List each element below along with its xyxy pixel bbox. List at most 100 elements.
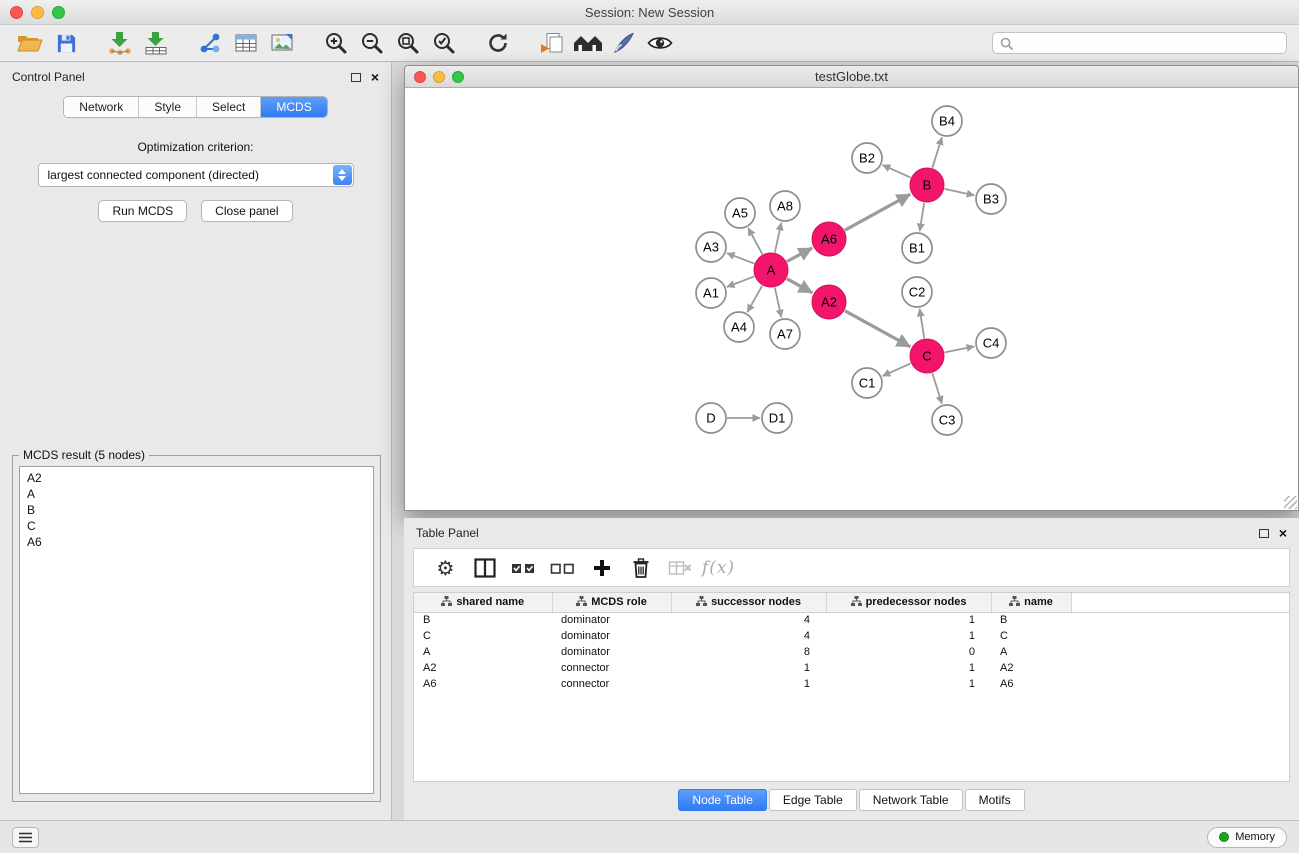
table-row[interactable]: A2connector11A2: [414, 660, 1289, 676]
table-cell[interactable]: B: [414, 612, 552, 628]
table-cell[interactable]: A: [414, 644, 552, 660]
close-network-window-button[interactable]: [414, 71, 426, 83]
network-canvas[interactable]: B4B2BB3A8A5A6A3B1AA1C2A2A4A7C4CC1C3DD1: [405, 88, 1298, 510]
zoom-in-icon[interactable]: [318, 28, 354, 58]
mcds-result-item[interactable]: C: [27, 518, 366, 534]
table-cell[interactable]: 1: [671, 660, 826, 676]
export-image-icon[interactable]: [264, 28, 300, 58]
dropdown-stepper-icon[interactable]: [333, 165, 352, 185]
table-cell[interactable]: A6: [991, 676, 1071, 692]
table-row[interactable]: Adominator80A: [414, 644, 1289, 660]
close-table-panel-icon[interactable]: ×: [1279, 528, 1287, 538]
table-cell[interactable]: 4: [671, 628, 826, 644]
table-cell[interactable]: A6: [414, 676, 552, 692]
select-all-icon[interactable]: [504, 553, 543, 583]
table-cell[interactable]: 1: [826, 612, 991, 628]
mcds-result-item[interactable]: B: [27, 502, 366, 518]
float-panel-icon[interactable]: [351, 73, 361, 82]
memory-button[interactable]: Memory: [1207, 827, 1287, 848]
column-header-mcds-role[interactable]: MCDS role: [552, 593, 671, 612]
table-cell[interactable]: dominator: [552, 628, 671, 644]
show-hide-graphics-details-icon[interactable]: [642, 28, 678, 58]
graph-edge-B-B4[interactable]: [932, 137, 942, 168]
delete-rows-icon[interactable]: [621, 553, 660, 583]
column-header-successor-nodes[interactable]: successor nodes: [671, 593, 826, 612]
run-mcds-button[interactable]: Run MCDS: [98, 200, 187, 222]
graph-edge-A-A2[interactable]: [787, 279, 813, 293]
table-cell[interactable]: C: [414, 628, 552, 644]
graph-edge-A6-B[interactable]: [845, 194, 911, 230]
graph-edge-B-B2[interactable]: [883, 165, 911, 178]
import-network-from-file-icon[interactable]: [102, 28, 138, 58]
table-settings-icon[interactable]: ⚙: [426, 553, 465, 583]
window-resize-grip[interactable]: [1284, 496, 1297, 509]
graph-edge-A-A6[interactable]: [787, 248, 812, 262]
table-cell[interactable]: 1: [826, 628, 991, 644]
apply-style-icon[interactable]: [606, 28, 642, 58]
zoom-fit-content-icon[interactable]: [390, 28, 426, 58]
graph-edge-A-A1[interactable]: [727, 276, 754, 286]
table-cell[interactable]: A: [991, 644, 1071, 660]
graph-edge-C-C3[interactable]: [932, 373, 942, 404]
close-window-button[interactable]: [10, 6, 23, 19]
graph-edge-A-A8[interactable]: [775, 223, 782, 253]
table-cell[interactable]: connector: [552, 676, 671, 692]
unselect-all-icon[interactable]: [543, 553, 582, 583]
table-cell[interactable]: dominator: [552, 612, 671, 628]
table-cell[interactable]: C: [991, 628, 1071, 644]
mcds-result-item[interactable]: A6: [27, 534, 366, 550]
optimization-criterion-dropdown[interactable]: largest connected component (directed): [38, 163, 354, 187]
import-table-from-file-icon[interactable]: [138, 28, 174, 58]
column-header-predecessor-nodes[interactable]: predecessor nodes: [826, 593, 991, 612]
table-cell[interactable]: 1: [826, 676, 991, 692]
float-table-panel-icon[interactable]: [1259, 529, 1269, 538]
tab-mcds[interactable]: MCDS: [261, 97, 326, 117]
search-box[interactable]: [992, 32, 1287, 54]
minimize-network-window-button[interactable]: [433, 71, 445, 83]
graph-edge-A-A3[interactable]: [727, 253, 754, 263]
zoom-network-window-button[interactable]: [452, 71, 464, 83]
graph-edge-A-A4[interactable]: [747, 286, 762, 312]
table-cell[interactable]: 0: [826, 644, 991, 660]
graph-edge-B-B1[interactable]: [920, 203, 925, 231]
node-table[interactable]: shared nameMCDS rolesuccessor nodesprede…: [413, 592, 1290, 782]
delete-table-icon[interactable]: [660, 553, 699, 583]
column-header-name[interactable]: name: [991, 593, 1071, 612]
mcds-result-list[interactable]: A2ABCA6: [19, 466, 374, 794]
network-window-titlebar[interactable]: testGlobe.txt: [405, 66, 1298, 88]
graph-edge-C-C1[interactable]: [883, 363, 911, 376]
refresh-view-icon[interactable]: [480, 28, 516, 58]
zoom-selected-region-icon[interactable]: [426, 28, 462, 58]
table-cell[interactable]: 1: [671, 676, 826, 692]
graph-edge-C-C2[interactable]: [920, 309, 925, 338]
close-panel-button[interactable]: Close panel: [201, 200, 292, 222]
table-cell[interactable]: A2: [414, 660, 552, 676]
table-cell[interactable]: B: [991, 612, 1071, 628]
tab-motifs[interactable]: Motifs: [965, 789, 1025, 811]
tab-select[interactable]: Select: [197, 97, 261, 117]
panel-menu-button[interactable]: [12, 827, 39, 848]
tab-network[interactable]: Network: [64, 97, 139, 117]
graph-edge-A-A5[interactable]: [748, 228, 762, 254]
zoom-out-icon[interactable]: [354, 28, 390, 58]
table-row[interactable]: Bdominator41B: [414, 612, 1289, 628]
mcds-result-item[interactable]: A2: [27, 470, 366, 486]
table-cell[interactable]: A2: [991, 660, 1071, 676]
new-network-view-icon[interactable]: [192, 28, 228, 58]
tab-edge-table[interactable]: Edge Table: [769, 789, 857, 811]
minimize-window-button[interactable]: [31, 6, 44, 19]
table-cell[interactable]: 1: [826, 660, 991, 676]
tab-node-table[interactable]: Node Table: [678, 789, 767, 811]
graph-edge-A2-C[interactable]: [845, 311, 911, 347]
table-row[interactable]: Cdominator41C: [414, 628, 1289, 644]
search-input[interactable]: [1018, 36, 1279, 50]
return-to-home-icon[interactable]: [570, 28, 606, 58]
new-network-table-icon[interactable]: [228, 28, 264, 58]
table-cell[interactable]: dominator: [552, 644, 671, 660]
save-session-icon[interactable]: [48, 28, 84, 58]
zoom-window-button[interactable]: [52, 6, 65, 19]
column-header-shared-name[interactable]: shared name: [414, 593, 552, 612]
add-row-icon[interactable]: [582, 553, 621, 583]
table-cell[interactable]: 8: [671, 644, 826, 660]
tab-network-table[interactable]: Network Table: [859, 789, 963, 811]
